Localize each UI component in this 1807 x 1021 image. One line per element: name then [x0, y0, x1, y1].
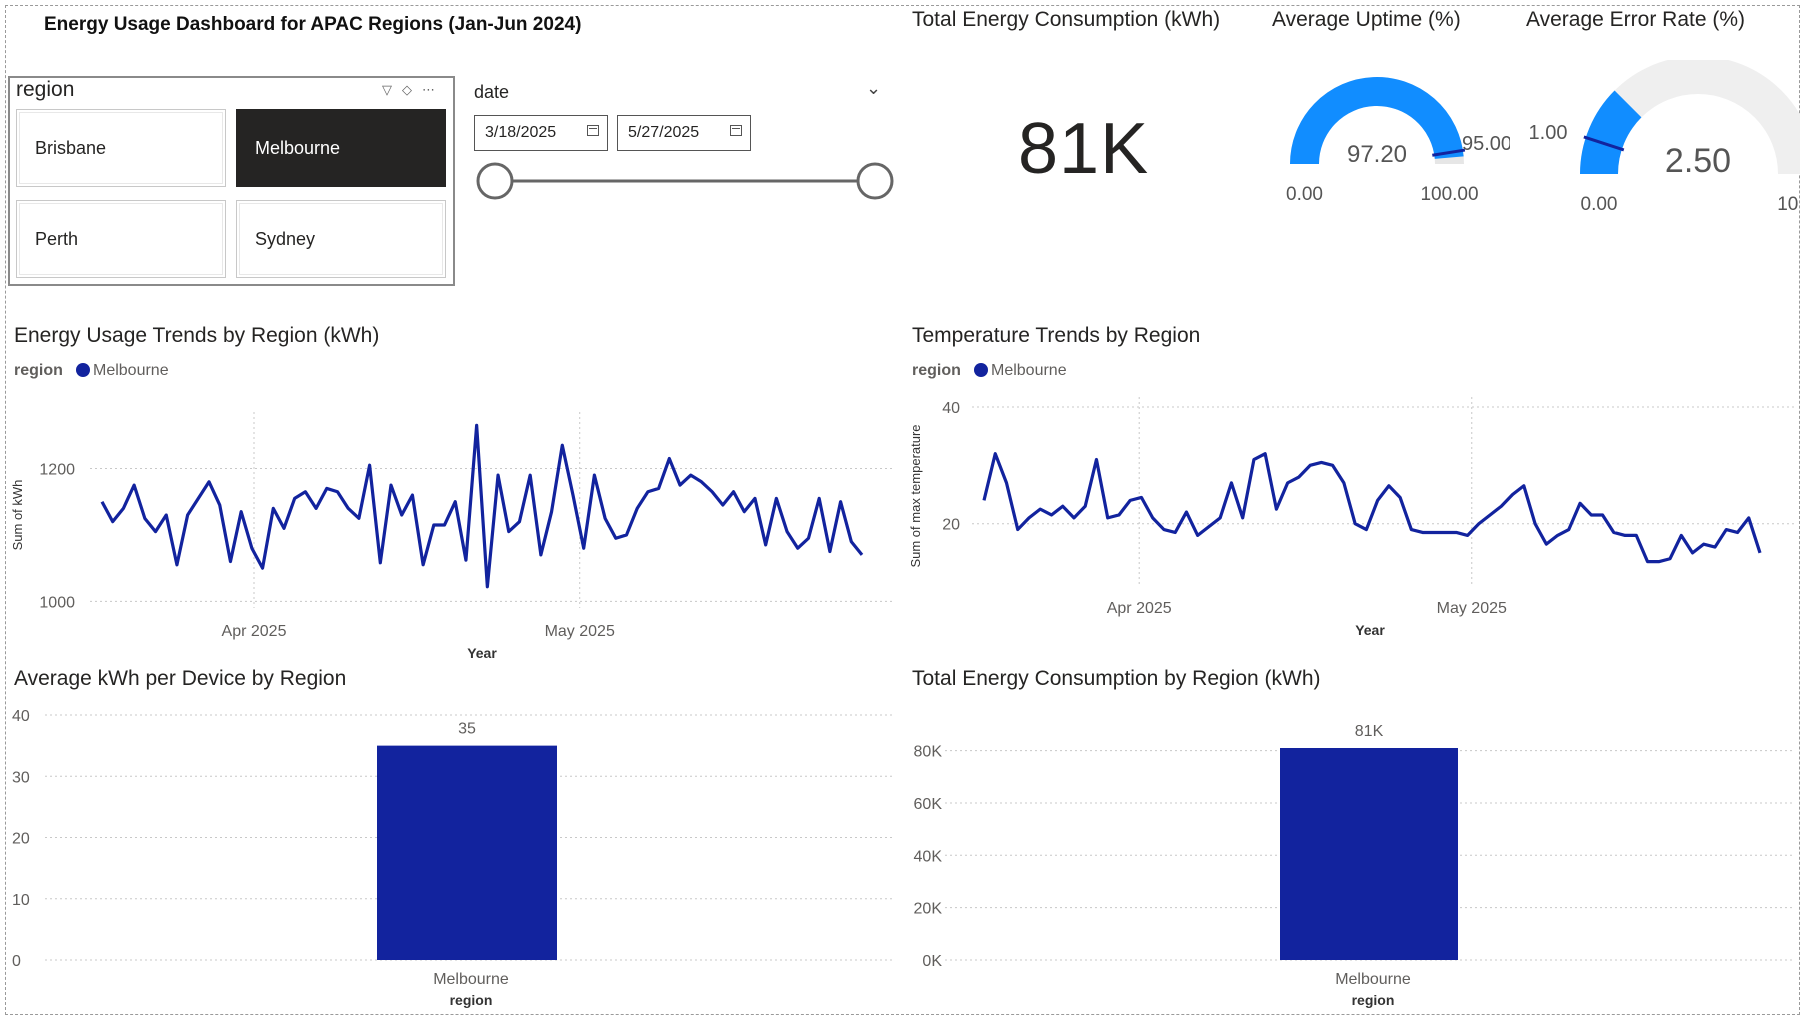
gauge-uptime-title: Average Uptime (%): [1272, 8, 1461, 31]
gauge-min-label: 0.00: [1581, 194, 1618, 215]
y-tick-label: 40: [942, 400, 960, 417]
energy-by-region-chart: 0K 20K 40K 60K 80K 81K Melbourne region: [914, 723, 1795, 1008]
y-tick-label: 1000: [39, 594, 75, 611]
legend-title: region: [14, 362, 63, 379]
avg-kwh-device-chart: 0 10 20 30 40 35 Melbourne region: [12, 708, 895, 1008]
y-axis-title: Sum of max temperature: [908, 424, 923, 567]
calendar-icon[interactable]: [587, 125, 599, 136]
energy-by-region-title: Total Energy Consumption by Region (kWh): [912, 667, 1321, 690]
gauge-value-label: 2.50: [1665, 142, 1731, 180]
filter-icon[interactable]: ▽: [382, 82, 402, 97]
dashboard-title: Energy Usage Dashboard for APAC Regions …: [44, 14, 582, 35]
energy-trend-title: Energy Usage Trends by Region (kWh): [14, 324, 380, 347]
temperature-trend-chart: 20 40 Apr 2025 May 2025 region Melbourne Year S…: [908, 362, 1795, 638]
slicer-header-icons: ▽◇⋯: [382, 82, 445, 98]
x-tick-label: May 2025: [1437, 600, 1507, 617]
y-tick-label: 0K: [922, 953, 942, 970]
date-end-value: 5/27/2025: [628, 124, 700, 141]
kpi-total-title: Total Energy Consumption (kWh): [912, 8, 1221, 31]
bar-melbourne: [1280, 748, 1458, 960]
chevron-down-icon[interactable]: ⌄: [866, 78, 881, 99]
y-tick-label: 80K: [914, 744, 943, 761]
date-slicer-title: date: [474, 82, 510, 102]
y-tick-label: 30: [12, 769, 30, 786]
y-axis-title: Sum of kWh: [10, 480, 25, 551]
date-start-input[interactable]: 3/18/2025: [474, 115, 608, 151]
x-tick-label: Melbourne: [1335, 971, 1411, 988]
gauge-uptime: 97.20 95.00 0.00 100.00: [1286, 77, 1510, 205]
gauge-max-label: 100.00: [1420, 184, 1478, 205]
legend-item: Melbourne: [991, 362, 1067, 379]
date-range-slider[interactable]: [470, 160, 900, 202]
gauge-error-title: Average Error Rate (%): [1526, 8, 1746, 31]
gauge-fill: [1580, 90, 1642, 175]
region-option-brisbane[interactable]: Brisbane: [16, 109, 226, 187]
x-axis-title: region: [450, 992, 493, 1008]
calendar-icon[interactable]: [730, 125, 742, 136]
legend-marker: [974, 363, 988, 377]
legend-marker: [76, 363, 90, 377]
legend-item: Melbourne: [93, 362, 169, 379]
gauge-error: 2.50 1.00 0.00 10.00: [1529, 60, 1800, 215]
region-option-melbourne[interactable]: Melbourne: [236, 109, 446, 187]
date-start-value: 3/18/2025: [485, 124, 557, 141]
eraser-icon[interactable]: ◇: [402, 82, 422, 97]
gauge-min-label: 0.00: [1286, 184, 1323, 205]
region-option-perth[interactable]: Perth: [16, 200, 226, 278]
x-axis-title: region: [1352, 992, 1395, 1008]
region-slicer[interactable]: region ▽◇⋯ Brisbane Melbourne Perth Sydn…: [8, 76, 455, 286]
x-tick-label: Apr 2025: [1107, 600, 1172, 617]
y-tick-label: 60K: [914, 796, 943, 813]
y-tick-label: 40K: [914, 848, 943, 865]
temperature-trend-title: Temperature Trends by Region: [912, 324, 1201, 347]
y-tick-label: 20K: [914, 901, 943, 918]
date-slider-end-handle[interactable]: [856, 162, 894, 200]
gauge-max-label: 10.00: [1777, 194, 1800, 215]
bar-melbourne: [377, 745, 557, 960]
y-tick-label: 20: [942, 517, 960, 534]
region-option-sydney[interactable]: Sydney: [236, 200, 446, 278]
date-end-input[interactable]: 5/27/2025: [617, 115, 751, 151]
energy-trend-chart: 1000 1200 Apr 2025 May 2025 region Melbourne Y…: [10, 362, 895, 660]
y-tick-label: 0: [12, 953, 21, 970]
y-tick-label: 1200: [39, 462, 75, 479]
avg-kwh-device-title: Average kWh per Device by Region: [14, 667, 347, 690]
x-axis-title: Year: [1355, 622, 1385, 638]
kpi-total-value: 81K: [1018, 109, 1150, 189]
more-icon[interactable]: ⋯: [422, 82, 445, 97]
y-tick-label: 10: [12, 892, 30, 909]
x-tick-label: May 2025: [545, 623, 615, 640]
gauge-value-label: 97.20: [1347, 141, 1407, 168]
date-slider-start-handle[interactable]: [476, 162, 514, 200]
bar-data-label: 35: [458, 721, 476, 738]
y-tick-label: 20: [12, 831, 30, 848]
region-slicer-title: region: [16, 78, 75, 101]
bar-data-label: 81K: [1355, 723, 1384, 740]
series-line-melbourne: [982, 452, 1762, 564]
x-axis-title: Year: [467, 645, 497, 660]
y-tick-label: 40: [12, 708, 30, 725]
x-tick-label: Apr 2025: [222, 623, 287, 640]
series-line-melbourne: [100, 423, 864, 589]
x-tick-label: Melbourne: [433, 971, 509, 988]
gauge-target-label: 1.00: [1529, 122, 1568, 144]
gauge-target-label: 95.00: [1462, 133, 1510, 155]
legend-title: region: [912, 362, 961, 379]
